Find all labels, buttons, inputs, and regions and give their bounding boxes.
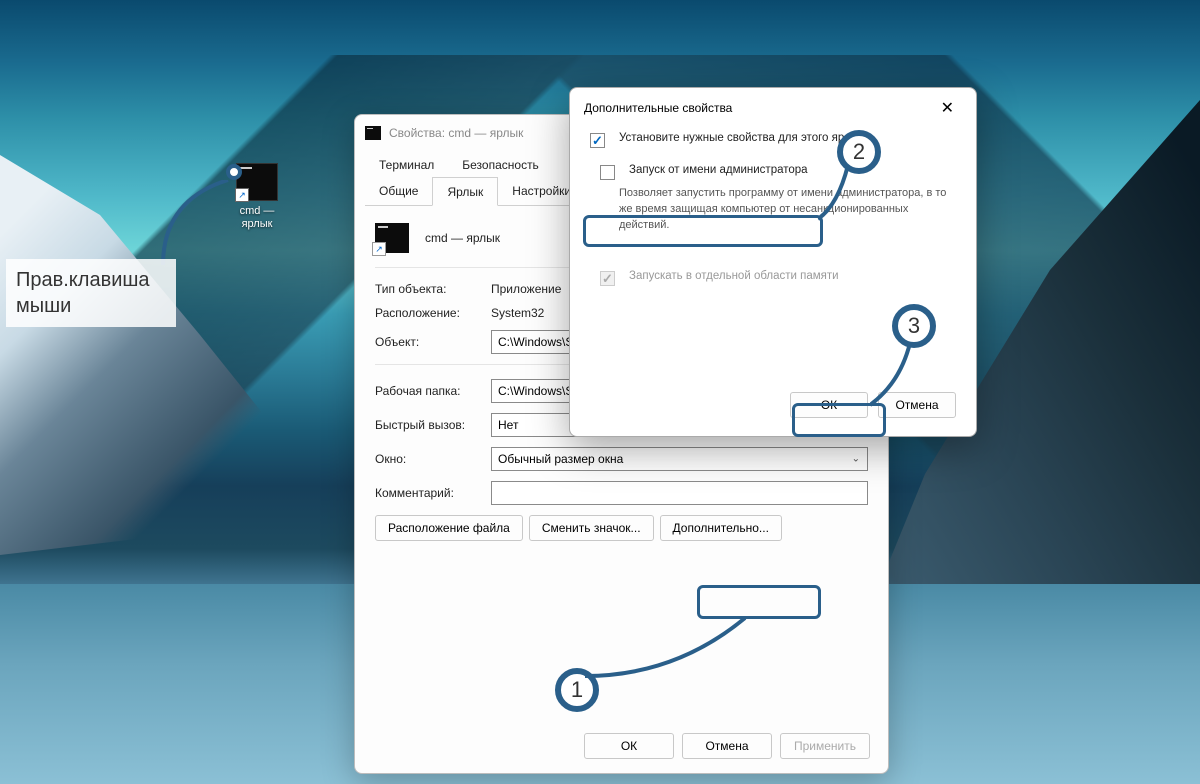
run-admin-checkbox[interactable] <box>600 165 615 180</box>
tab-security[interactable]: Безопасность <box>448 151 553 178</box>
cmd-titlebar-icon <box>365 126 381 140</box>
rightclick-hint: Прав.клавиша мыши <box>6 259 176 327</box>
action-buttons-row: Расположение файла Сменить значок... Доп… <box>375 515 868 541</box>
advanced-button[interactable]: Дополнительно... <box>660 515 782 541</box>
type-value: Приложение <box>491 282 561 296</box>
cmd-icon: ↗ <box>236 163 278 201</box>
callout-3: 3 <box>892 304 936 348</box>
hotkey-label: Быстрый вызов: <box>375 418 483 432</box>
cmd-large-icon: ↗ <box>375 223 409 253</box>
shortcut-badge-icon: ↗ <box>372 242 386 256</box>
advanced-title: Дополнительные свойства <box>584 101 732 115</box>
workdir-label: Рабочая папка: <box>375 384 483 398</box>
location-value: System32 <box>491 306 544 320</box>
location-label: Расположение: <box>375 306 483 320</box>
separate-memory-checkbox <box>600 271 615 286</box>
dialog-buttons: ОК Отмена Применить <box>584 733 870 759</box>
callout-2: 2 <box>837 130 881 174</box>
separate-memory-label: Запускать в отдельной области памяти <box>629 270 839 282</box>
icon-title: cmd — ярлык <box>425 231 500 245</box>
tab-shortcut[interactable]: Ярлык <box>432 177 498 206</box>
properties-title: Свойства: cmd — ярлык <box>389 126 523 140</box>
advanced-body: Установите нужные свойства для этого ярл… <box>570 128 976 306</box>
type-label: Тип объекта: <box>375 282 483 296</box>
window-label: Окно: <box>375 452 483 466</box>
set-props-checkbox[interactable] <box>590 133 605 148</box>
advanced-dialog: Дополнительные свойства ✕ Установите нуж… <box>569 87 977 437</box>
run-admin-description: Позволяет запустить программу от имени а… <box>619 186 956 234</box>
callout-connector <box>158 180 238 266</box>
apply-button: Применить <box>780 733 870 759</box>
advanced-titlebar[interactable]: Дополнительные свойства ✕ <box>570 88 976 128</box>
set-props-label: Установите нужные свойства для этого ярл… <box>619 132 874 144</box>
close-icon[interactable]: ✕ <box>933 94 962 122</box>
ok-button[interactable]: ОК <box>584 733 674 759</box>
target-label: Объект: <box>375 335 483 349</box>
tab-terminal[interactable]: Терминал <box>365 151 448 178</box>
cancel-button[interactable]: Отмена <box>682 733 772 759</box>
advanced-ok-button[interactable]: ОК <box>790 392 868 418</box>
comment-input[interactable] <box>491 481 868 505</box>
run-admin-label: Запуск от имени администратора <box>629 164 808 176</box>
callout-1: 1 <box>555 668 599 712</box>
change-icon-button[interactable]: Сменить значок... <box>529 515 654 541</box>
callout-dot <box>226 164 242 180</box>
comment-label: Комментарий: <box>375 486 483 500</box>
advanced-cancel-button[interactable]: Отмена <box>878 392 956 418</box>
tab-general[interactable]: Общие <box>365 177 432 206</box>
file-location-button[interactable]: Расположение файла <box>375 515 523 541</box>
window-select[interactable]: Обычный размер окна <box>491 447 868 471</box>
advanced-buttons: ОК Отмена <box>790 392 956 418</box>
